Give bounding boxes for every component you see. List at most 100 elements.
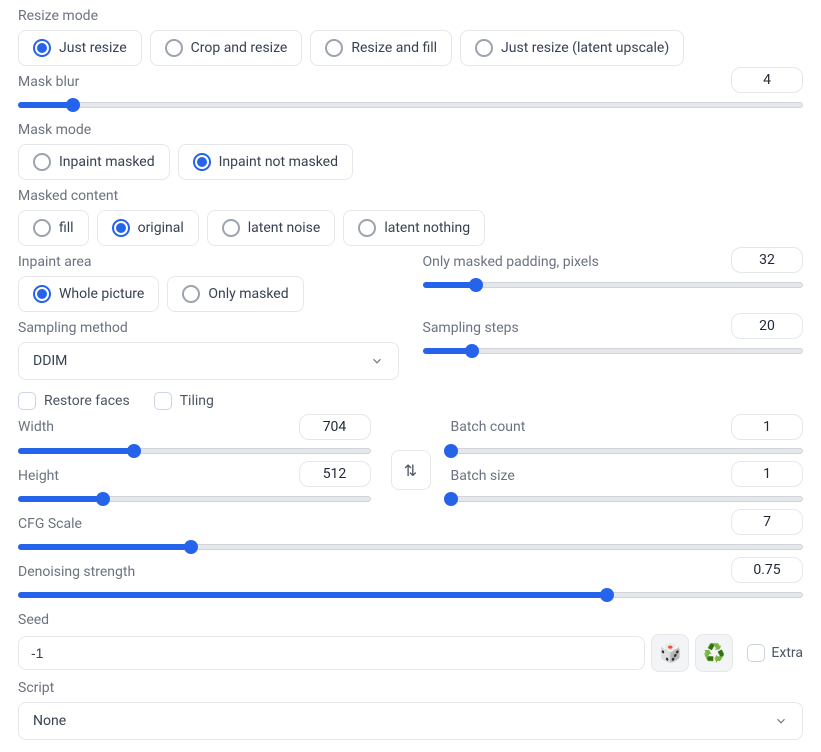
denoising-strength-group: Denoising strength 0.75 [18,556,803,604]
denoising-strength-value[interactable]: 0.75 [731,557,803,583]
batch-size-slider[interactable] [451,490,804,508]
resize-mode-option[interactable]: Just resize (latent upscale) [460,30,684,66]
recycle-icon: ♻️ [703,643,725,664]
radio-icon [182,285,200,303]
radio-icon [222,219,240,237]
sampling-steps-slider[interactable] [423,342,804,360]
cfg-scale-value[interactable]: 7 [731,509,803,535]
inpaint-area-col: Inpaint area Whole picture Only masked [18,246,399,312]
radio-icon [325,39,343,57]
resize-mode-option-label: Just resize [59,40,127,56]
width-value[interactable]: 704 [299,414,371,440]
radio-icon [475,39,493,57]
chevron-down-icon [774,714,788,728]
batch-count-value[interactable]: 1 [731,414,803,440]
masked-content-option-label: original [138,220,184,236]
radio-icon [33,39,51,57]
radio-icon [33,219,51,237]
inpaint-area-option[interactable]: Only masked [167,276,303,312]
mask-blur-label: Mask blur [18,74,723,90]
batch-col: Batch count 1 Batch size 1 [451,414,804,508]
mask-mode-group: Inpaint masked Inpaint not masked [18,144,809,180]
checkbox-box-icon [747,644,765,662]
seed-label: Seed [18,612,809,628]
resize-mode-option[interactable]: Resize and fill [310,30,452,66]
resize-mode-option[interactable]: Crop and resize [150,30,303,66]
mask-mode-option[interactable]: Inpaint not masked [178,144,353,180]
radio-icon [193,153,211,171]
resize-mode-label: Resize mode [18,8,809,24]
width-height-col: Width 704 Height 512 [18,414,371,508]
mask-mode-label: Mask mode [18,122,809,138]
masked-content-group: fill original latent noise latent nothing [18,210,809,246]
sampling-steps-col: Sampling steps 20 [423,312,804,380]
only-masked-padding-value[interactable]: 32 [731,247,803,273]
restore-faces-label: Restore faces [44,393,130,409]
masked-content-option[interactable]: latent nothing [343,210,485,246]
batch-count-label: Batch count [451,419,724,435]
swap-icon: ⇅ [404,461,417,480]
only-masked-padding-slider[interactable] [423,276,804,294]
mask-mode-option[interactable]: Inpaint masked [18,144,170,180]
sampling-steps-value[interactable]: 20 [731,313,803,339]
resize-mode-option-label: Just resize (latent upscale) [501,40,669,56]
inpaint-area-option-label: Whole picture [59,286,144,302]
masked-content-option-label: latent noise [248,220,321,236]
mask-mode-option-label: Inpaint not masked [219,154,338,170]
script-select[interactable]: None [18,702,803,740]
inpaint-area-option-label: Only masked [208,286,288,302]
checkbox-box-icon [154,392,172,410]
inpaint-area-label: Inpaint area [18,254,399,270]
width-slider[interactable] [18,442,371,460]
height-value[interactable]: 512 [299,461,371,487]
cfg-scale-group: CFG Scale 7 [18,508,803,556]
denoising-strength-slider[interactable] [18,586,803,604]
sampling-method-value: DDIM [33,353,67,369]
seed-input[interactable] [18,636,645,670]
inpaint-area-option[interactable]: Whole picture [18,276,159,312]
masked-content-option[interactable]: original [97,210,199,246]
masked-content-option-label: latent nothing [384,220,470,236]
batch-count-slider[interactable] [451,442,804,460]
mask-blur-slider[interactable] [18,96,803,114]
masked-content-label: Masked content [18,188,809,204]
only-masked-padding-col: Only masked padding, pixels 32 [423,246,804,312]
mask-blur-group: Mask blur 4 [18,66,803,114]
swap-dimensions-button[interactable]: ⇅ [391,450,431,490]
chevron-down-icon [370,354,384,368]
restore-faces-checkbox[interactable]: Restore faces [18,392,130,410]
mask-mode-option-label: Inpaint masked [59,154,155,170]
resize-mode-option[interactable]: Just resize [18,30,142,66]
script-label: Script [18,680,809,696]
sampling-steps-label: Sampling steps [423,320,724,336]
batch-size-label: Batch size [451,468,724,484]
seed-random-button[interactable]: 🎲 [651,634,689,672]
mask-blur-value[interactable]: 4 [731,67,803,93]
masked-content-option-label: fill [59,220,74,236]
masked-content-option[interactable]: latent noise [207,210,336,246]
sampling-method-select[interactable]: DDIM [18,342,399,380]
radio-icon [33,285,51,303]
resize-mode-option-label: Crop and resize [191,40,288,56]
seed-reuse-button[interactable]: ♻️ [695,634,733,672]
sampling-method-col: Sampling method DDIM [18,312,399,380]
resize-mode-group: Just resize Crop and resize Resize and fil… [18,30,809,66]
resize-mode-option-label: Resize and fill [351,40,437,56]
checkbox-box-icon [18,392,36,410]
dice-icon: 🎲 [659,643,681,664]
only-masked-padding-label: Only masked padding, pixels [423,254,724,270]
cfg-scale-slider[interactable] [18,538,803,556]
tiling-checkbox[interactable]: Tiling [154,392,214,410]
batch-size-value[interactable]: 1 [731,461,803,487]
sampling-method-label: Sampling method [18,320,399,336]
cfg-scale-label: CFG Scale [18,516,723,532]
height-slider[interactable] [18,490,371,508]
tiling-label: Tiling [180,393,214,409]
script-value: None [33,713,66,729]
radio-icon [33,153,51,171]
height-label: Height [18,468,291,484]
seed-extra-label: Extra [771,645,803,661]
seed-extra-checkbox[interactable]: Extra [747,644,803,662]
masked-content-option[interactable]: fill [18,210,89,246]
radio-icon [358,219,376,237]
